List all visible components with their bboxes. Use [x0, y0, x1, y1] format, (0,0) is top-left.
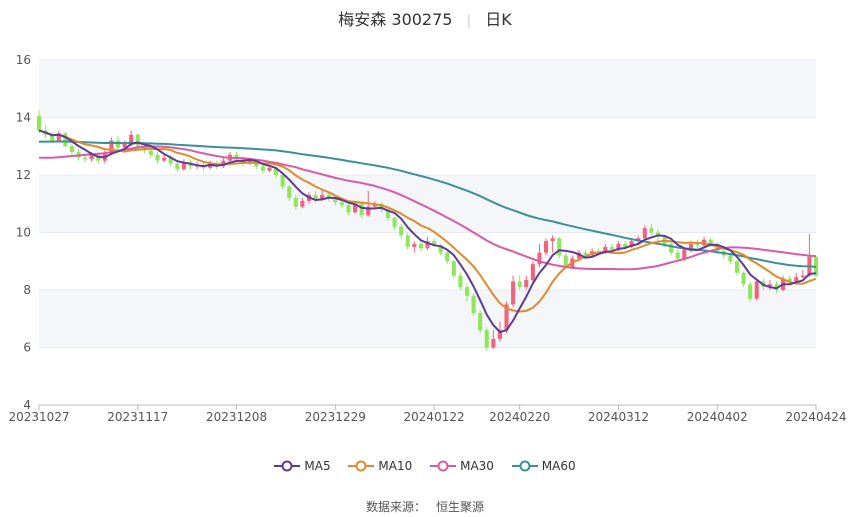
- candle-body: [280, 175, 285, 187]
- candle-body: [550, 238, 555, 242]
- legend-label: MA30: [460, 458, 494, 473]
- candle-body: [754, 281, 759, 299]
- candlestick-chart: 4681012141620231027 20231117 20231208 20231…: [8, 53, 846, 424]
- candle-body: [728, 255, 733, 262]
- candle-body: [412, 244, 417, 247]
- y-tick-label: 6: [23, 341, 31, 355]
- candle-body: [155, 154, 160, 161]
- legend-item-ma10[interactable]: MA10: [348, 459, 412, 473]
- candle-body: [392, 218, 397, 227]
- y-tick-label: 14: [16, 111, 31, 125]
- candle-body: [557, 238, 562, 256]
- candle-body: [445, 252, 450, 262]
- legend-label: MA5: [304, 458, 331, 473]
- legend-item-ma30[interactable]: MA30: [430, 459, 494, 473]
- candle-body: [300, 200, 305, 207]
- candle-body: [748, 284, 753, 299]
- plot-band: [39, 60, 816, 118]
- candle-body: [36, 116, 42, 131]
- candle-body: [399, 226, 404, 236]
- candle-body: [293, 198, 298, 207]
- legend-item-ma5[interactable]: MA5: [274, 458, 331, 473]
- candle-body: [649, 228, 654, 233]
- x-tick-label: 20231229: [305, 410, 366, 424]
- candle-body: [287, 186, 292, 198]
- candle-body: [260, 166, 265, 171]
- x-tick-label: 20231208: [206, 410, 267, 424]
- candle-body: [491, 338, 496, 348]
- candle-body: [734, 261, 740, 273]
- x-tick-label: 20240424: [785, 410, 846, 424]
- y-tick-label: 16: [16, 53, 31, 67]
- x-tick-label: 20231027: [8, 410, 69, 424]
- candle-body: [267, 167, 272, 171]
- candle-body: [135, 134, 140, 147]
- plot-background: [39, 60, 816, 348]
- source-name: 恒生聚源: [436, 500, 485, 514]
- candle-body: [175, 163, 180, 170]
- y-tick-label: 8: [23, 283, 31, 297]
- plot-band: [39, 290, 816, 348]
- candle-body: [695, 244, 700, 246]
- candle-body: [458, 275, 463, 288]
- candle-body: [359, 203, 364, 216]
- candle-body: [524, 279, 529, 288]
- candle-body: [418, 244, 423, 249]
- candle-body: [83, 157, 88, 160]
- candle-body: [148, 150, 153, 155]
- x-tick-label: 20240402: [687, 410, 748, 424]
- x-tick-label: 20231117: [107, 410, 168, 424]
- y-tick-label: 12: [16, 168, 31, 182]
- candle-body: [69, 146, 74, 152]
- candle-body: [464, 287, 470, 296]
- legend-item-ma60[interactable]: MA60: [511, 458, 576, 473]
- source-label: 数据来源：: [365, 500, 426, 514]
- plot-band: [39, 175, 816, 233]
- candle-body: [162, 157, 167, 161]
- data-source: 数据来源： 恒生聚源: [0, 498, 850, 515]
- candle-body: [609, 246, 614, 250]
- candle-body: [794, 277, 799, 282]
- y-tick-label: 10: [16, 226, 31, 240]
- candle-body: [115, 140, 121, 148]
- candle-body: [642, 228, 647, 239]
- candle-body: [675, 252, 680, 259]
- candle-body: [471, 295, 476, 313]
- candle-body: [346, 205, 351, 213]
- candle-body: [741, 272, 746, 285]
- candle-body: [543, 241, 549, 253]
- candle-body: [63, 133, 68, 147]
- x-tick-label: 20240122: [404, 410, 465, 424]
- candle-body: [484, 330, 489, 348]
- legend-label: MA10: [378, 458, 413, 473]
- x-tick-label: 20240220: [489, 410, 550, 424]
- candle-body: [517, 281, 522, 288]
- candle-body: [339, 202, 344, 206]
- candle-body: [800, 275, 805, 278]
- candle-body: [682, 249, 687, 259]
- candle-body: [451, 261, 456, 276]
- candle-body: [530, 264, 535, 280]
- x-tick-label: 20240312: [588, 410, 649, 424]
- legend: MA5 MA10 MA30 MA60: [0, 458, 850, 473]
- candle-body: [405, 235, 410, 247]
- candle-body: [511, 281, 516, 305]
- candle-body: [478, 313, 483, 331]
- legend-label: MA60: [541, 458, 576, 473]
